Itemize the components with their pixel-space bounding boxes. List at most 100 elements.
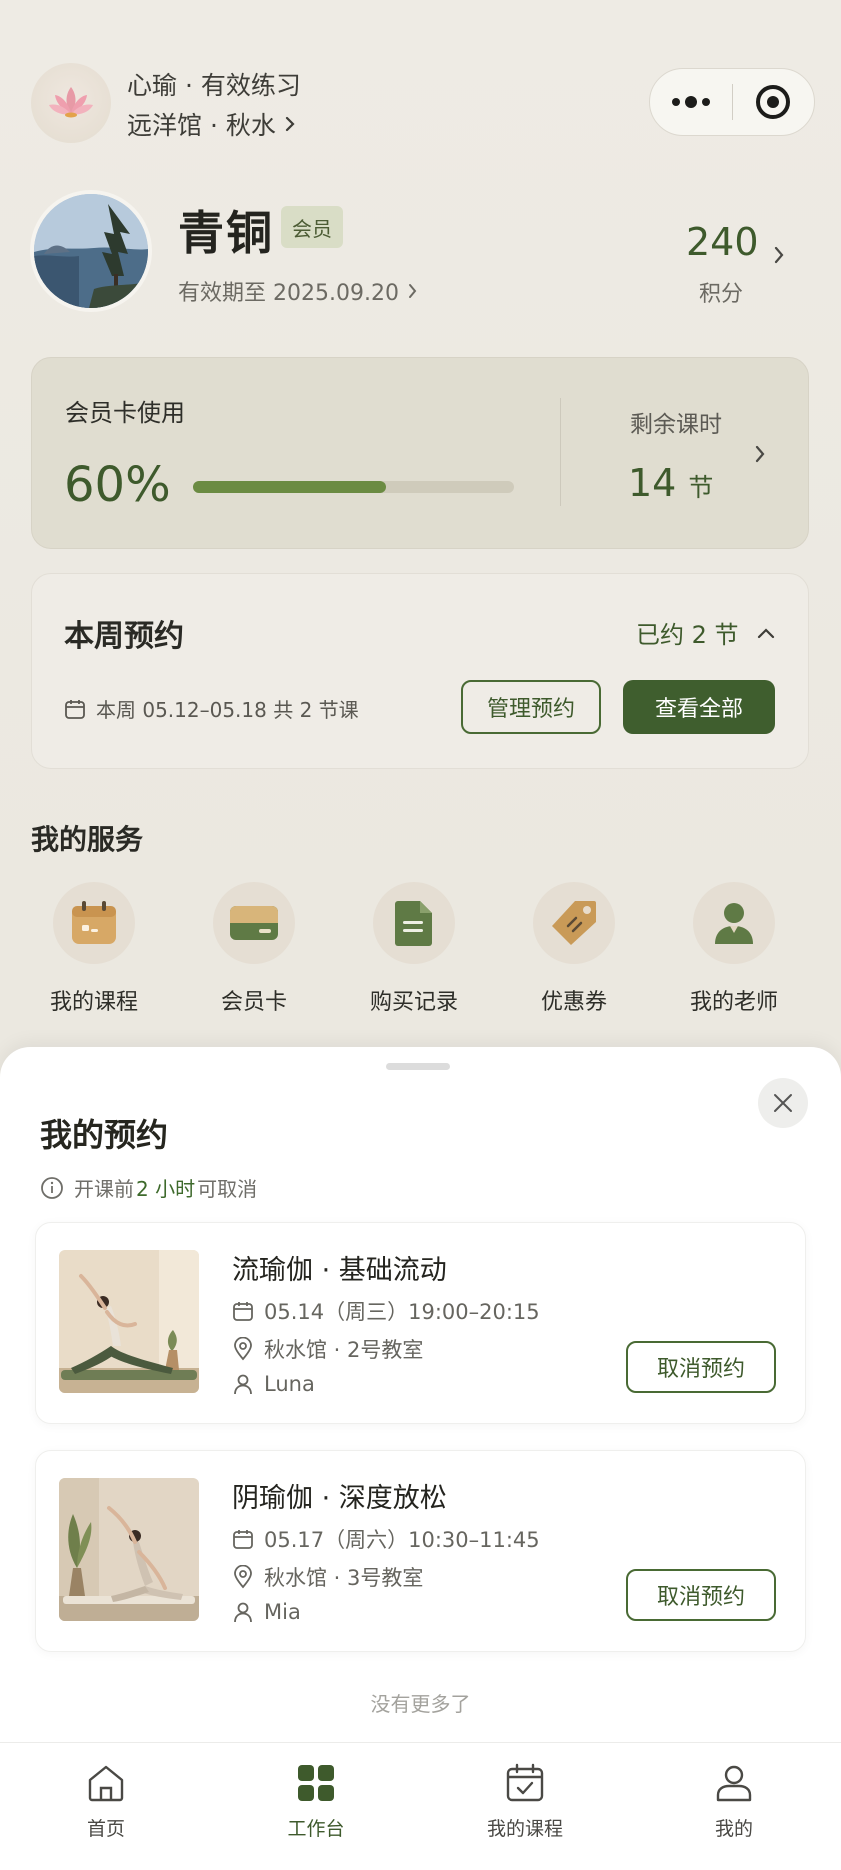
calendar-icon <box>233 1530 253 1549</box>
teacher-icon <box>693 882 775 964</box>
class-time: 05.14（周三）19:00–20:15 <box>232 1296 540 1326</box>
services-title: 我的服务 <box>31 823 144 856</box>
service-coupons[interactable]: 优惠券 <box>514 882 634 1016</box>
usage-percent: 60% <box>64 457 171 513</box>
weekly-booking-title: 本周预约 <box>64 619 184 654</box>
class-thumbnail <box>59 1478 199 1621</box>
mini-program-capsule <box>649 68 815 136</box>
view-all-button[interactable]: 查看全部 <box>623 680 775 734</box>
class-time: 05.17（周六）10:30–11:45 <box>232 1524 540 1554</box>
no-more-hint: 没有更多了 <box>370 1692 471 1716</box>
class-location-text: 秋水馆 · 3号教室 <box>264 1566 424 1590</box>
booking-card[interactable]: 阴瑜伽 · 深度放松 05.17（周六）10:30–11:45 秋水馆 · 3号… <box>35 1450 806 1652</box>
member-badge: 会员 <box>281 206 343 248</box>
class-location-text: 秋水馆 · 2号教室 <box>264 1338 424 1362</box>
calendar-check-icon <box>506 1763 544 1802</box>
chevron-right-icon <box>408 284 417 298</box>
tab-label: 首页 <box>86 1818 125 1840</box>
location-pin-icon <box>234 1565 252 1589</box>
user-icon <box>234 1374 252 1395</box>
notice-suffix: 可取消 <box>197 1177 258 1201</box>
weekly-booked-toggle[interactable]: 已约 2 节 <box>636 615 775 650</box>
booking-card[interactable]: 流瑜伽 · 基础流动 05.14（周三）19:00–20:15 秋水馆 · 2号… <box>35 1222 806 1424</box>
brand-title: 心瑜 · 有效练习 <box>127 71 301 100</box>
cancel-booking-button[interactable]: 取消预约 <box>626 1569 776 1621</box>
sheet-title: 我的预约 <box>40 1116 169 1154</box>
chevron-up-icon <box>757 627 774 638</box>
usage-progress-bar <box>193 481 514 493</box>
points-value[interactable]: 240 <box>686 220 759 264</box>
service-my-courses[interactable]: 我的课程 <box>34 882 154 1016</box>
expiry-text: 有效期至 2025.09.20 <box>178 281 399 306</box>
tab-me[interactable]: 我的 <box>664 1762 804 1841</box>
tab-label: 工作台 <box>287 1818 345 1840</box>
remaining-classes: 14 节 <box>628 461 713 505</box>
class-title: 流瑜伽 · 基础流动 <box>232 1255 447 1286</box>
class-teacher-text: Mia <box>264 1600 301 1624</box>
class-teacher: Luna <box>232 1372 315 1396</box>
week-range-text: 本周 05.12–05.18 共 2 节课 <box>96 698 359 722</box>
tab-my-courses[interactable]: 我的课程 <box>455 1762 595 1841</box>
more-button[interactable] <box>650 69 732 135</box>
cancel-policy-notice: 开课前 2 小时 可取消 <box>40 1173 257 1202</box>
remaining-label: 剩余课时 <box>630 412 722 438</box>
service-member-card[interactable]: 会员卡 <box>194 882 314 1016</box>
target-icon <box>756 85 791 119</box>
coupon-tag-icon <box>533 882 615 964</box>
remaining-number: 14 <box>628 461 677 505</box>
remaining-unit: 节 <box>688 473 714 502</box>
more-dots-icon <box>671 96 710 108</box>
calendar-icon <box>233 1302 253 1321</box>
usage-progress-fill <box>193 481 386 493</box>
user-icon <box>234 1602 252 1623</box>
document-icon <box>373 882 455 964</box>
info-icon <box>41 1176 63 1199</box>
service-label: 优惠券 <box>540 990 607 1015</box>
usage-title: 会员卡使用 <box>65 399 185 427</box>
chevron-right-icon <box>285 116 295 132</box>
sheet-drag-handle[interactable] <box>386 1063 450 1070</box>
notice-prefix: 开课前 <box>74 1177 134 1201</box>
class-time-text: 05.17（周六）10:30–11:45 <box>264 1528 540 1552</box>
card-icon <box>213 882 295 964</box>
avatar[interactable] <box>30 190 152 312</box>
service-label: 我的课程 <box>49 990 138 1015</box>
chevron-right-icon[interactable] <box>754 444 766 464</box>
booked-count: 已约 2 节 <box>636 621 739 649</box>
weekly-booking-card <box>31 573 809 769</box>
calendar-icon <box>65 699 85 719</box>
class-location: 秋水馆 · 2号教室 <box>232 1334 423 1364</box>
tab-home[interactable]: 首页 <box>36 1762 176 1841</box>
grid-icon <box>298 1765 334 1801</box>
venue-label: 远洋馆 · 秋水 <box>127 111 276 140</box>
chevron-right-icon[interactable] <box>773 245 785 265</box>
service-my-teacher[interactable]: 我的老师 <box>674 882 794 1016</box>
tab-label: 我的 <box>714 1818 753 1840</box>
membership-expiry[interactable]: 有效期至 2025.09.20 <box>178 275 418 307</box>
calendar-icon <box>53 882 135 964</box>
manage-booking-button[interactable]: 管理预约 <box>461 680 601 734</box>
close-icon <box>774 1094 792 1112</box>
class-thumbnail <box>59 1250 199 1393</box>
class-time-text: 05.14（周三）19:00–20:15 <box>264 1300 540 1324</box>
service-label: 会员卡 <box>220 990 287 1015</box>
points-label: 积分 <box>698 282 743 307</box>
lotus-logo-icon <box>31 63 111 143</box>
user-level-name: 青铜 <box>178 206 274 260</box>
home-icon <box>88 1765 124 1802</box>
membership-usage-card[interactable] <box>31 357 809 549</box>
service-label: 我的老师 <box>689 990 778 1015</box>
user-icon <box>716 1765 752 1802</box>
venue-selector[interactable]: 远洋馆 · 秋水 <box>127 106 296 142</box>
notice-highlight: 2 小时 <box>136 1177 196 1201</box>
class-teacher-text: Luna <box>264 1372 315 1396</box>
tab-workbench[interactable]: 工作台 <box>246 1762 386 1841</box>
cancel-booking-button[interactable]: 取消预约 <box>626 1341 776 1393</box>
class-teacher: Mia <box>232 1600 301 1624</box>
tab-label: 我的课程 <box>486 1818 563 1840</box>
close-program-button[interactable] <box>733 69 815 135</box>
service-label: 购买记录 <box>369 990 458 1015</box>
week-range: 本周 05.12–05.18 共 2 节课 <box>64 694 359 723</box>
service-purchase-history[interactable]: 购买记录 <box>354 882 474 1016</box>
close-sheet-button[interactable] <box>758 1078 808 1128</box>
